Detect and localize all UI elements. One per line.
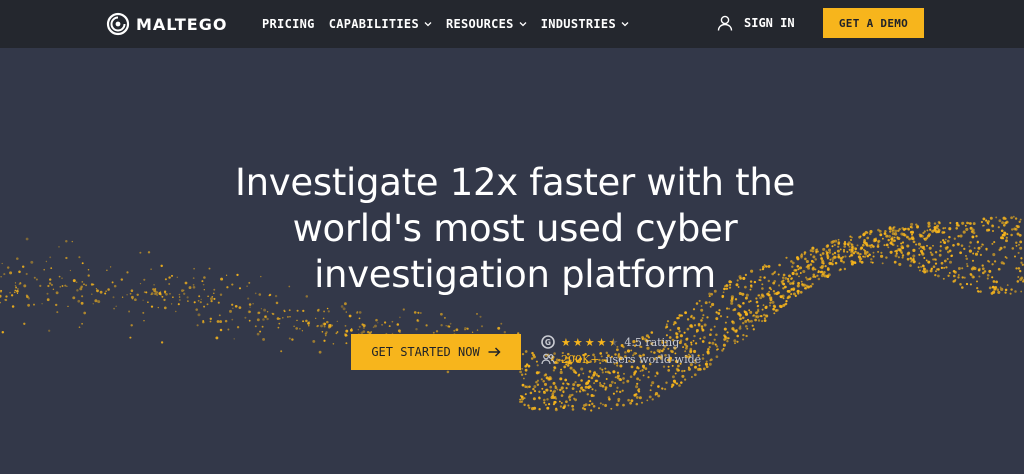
chevron-down-icon bbox=[621, 22, 629, 27]
get-a-demo-button[interactable]: GET A DEMO bbox=[823, 8, 924, 38]
nav-item-label: RESOURCES bbox=[445, 17, 514, 31]
g2-logo-icon: G bbox=[541, 335, 555, 349]
maltego-logo[interactable]: MALTEGO bbox=[106, 11, 227, 37]
chevron-down-icon bbox=[424, 22, 432, 27]
rating-text: 4.5 rating bbox=[624, 335, 680, 349]
nav-item-label: INDUSTRIES bbox=[540, 17, 616, 31]
top-nav: MALTEGO PRICING CAPABILITIES RESOURCES I… bbox=[0, 0, 1024, 48]
nav-item-resources[interactable]: RESOURCES bbox=[446, 17, 527, 31]
rating-row: G ★ ★ ★ ★ ★ 4.5 rating bbox=[541, 335, 679, 349]
nav-item-industries[interactable]: INDUSTRIES bbox=[541, 17, 629, 31]
get-started-now-button[interactable]: GET STARTED NOW bbox=[351, 334, 521, 370]
nav-item-pricing[interactable]: PRICING bbox=[262, 17, 315, 31]
star-half-icon: ★ bbox=[608, 335, 619, 349]
sign-in-label: SIGN IN bbox=[744, 16, 795, 30]
star-full-icon: ★ bbox=[584, 335, 595, 349]
users-count: 200K+ bbox=[561, 352, 600, 366]
user-icon bbox=[717, 15, 733, 31]
svg-text:G: G bbox=[545, 338, 551, 347]
chevron-down-icon bbox=[519, 22, 527, 27]
star-rating: ★ ★ ★ ★ ★ bbox=[561, 337, 618, 348]
arrow-right-icon bbox=[488, 347, 501, 357]
main-menu: PRICING CAPABILITIES RESOURCES INDUSTRIE… bbox=[262, 0, 643, 48]
sign-in-link[interactable]: SIGN IN bbox=[716, 14, 795, 32]
brand-name: MALTEGO bbox=[136, 14, 228, 34]
star-full-icon: ★ bbox=[572, 335, 583, 349]
star-full-icon: ★ bbox=[596, 335, 607, 349]
hero-headline: Investigate 12x faster with the world's … bbox=[235, 161, 795, 296]
nav-item-label: CAPABILITIES bbox=[328, 17, 419, 31]
users-row: 200K+ users world-wide bbox=[541, 352, 701, 366]
star-full-icon: ★ bbox=[561, 335, 571, 349]
users-text: users world-wide bbox=[605, 352, 702, 366]
nav-item-capabilities[interactable]: CAPABILITIES bbox=[329, 17, 432, 31]
maltego-logo-icon bbox=[106, 12, 130, 36]
nav-item-label: PRICING bbox=[262, 17, 315, 31]
users-icon bbox=[541, 353, 555, 365]
cta-label: GET STARTED NOW bbox=[371, 345, 480, 359]
